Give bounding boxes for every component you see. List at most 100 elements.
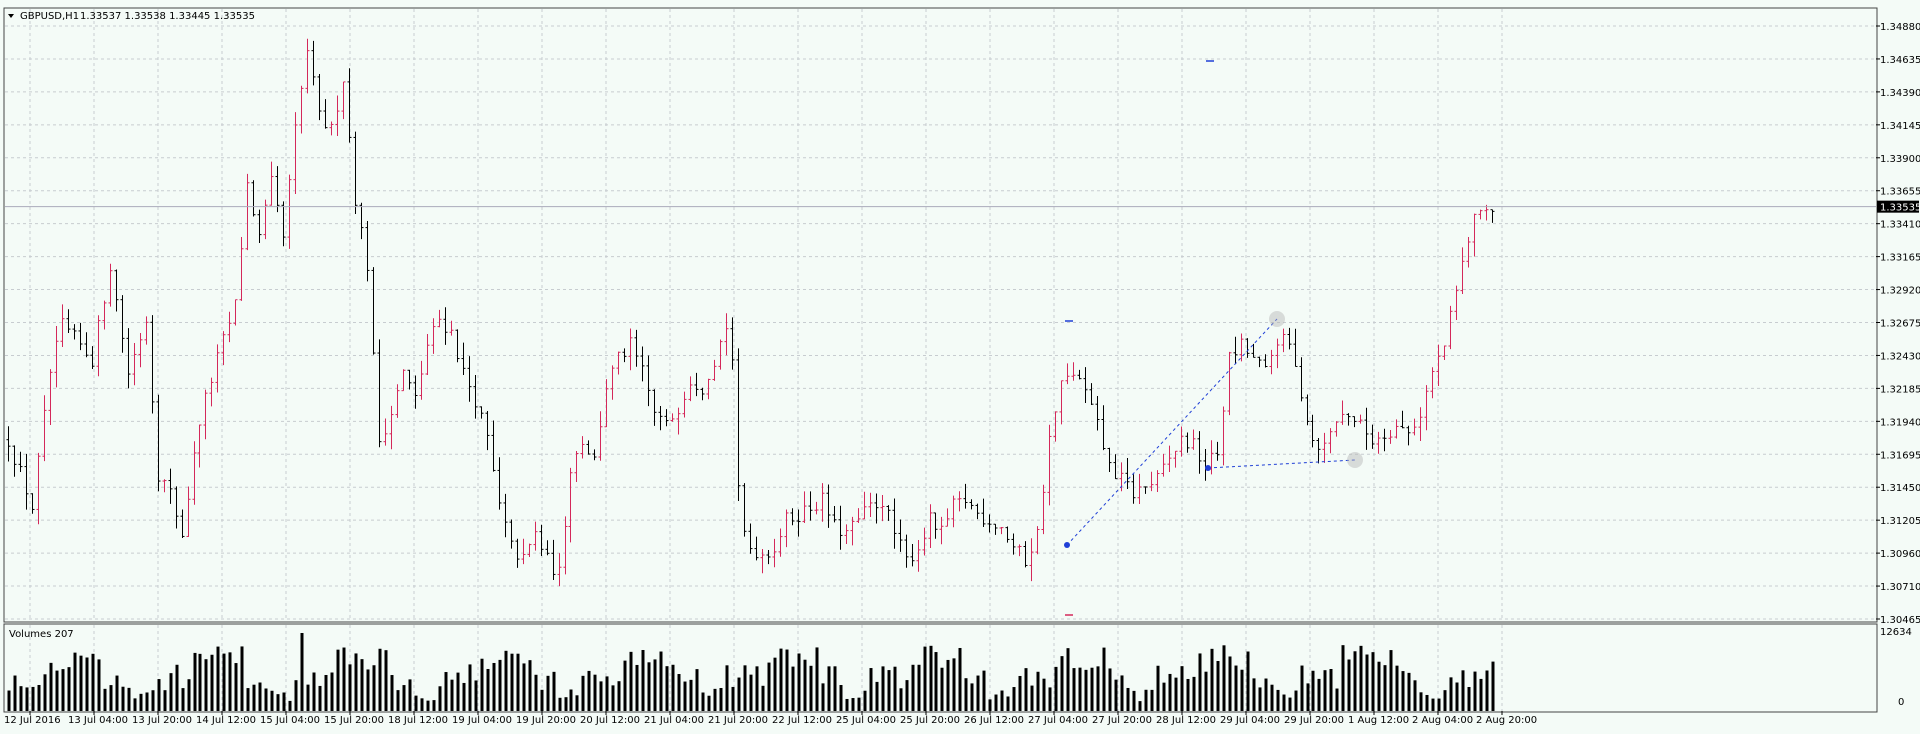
volume-bar: [1090, 667, 1094, 711]
ohlc-bar: [257, 209, 262, 244]
volume-bar: [1042, 678, 1046, 711]
volume-bar: [1395, 665, 1399, 711]
volume-bar: [1288, 697, 1292, 711]
volume-bar: [929, 645, 933, 711]
volume-bar: [378, 648, 382, 711]
volume-bar: [857, 697, 861, 711]
ohlc-bar: [1125, 458, 1130, 489]
volume-bar: [1371, 652, 1375, 711]
volume-bar: [306, 684, 310, 711]
ohlc-bar: [1221, 406, 1226, 466]
triangle-down-icon[interactable]: [8, 14, 14, 18]
ohlc-bar: [36, 452, 41, 525]
price-chart[interactable]: 1.34880 1.34635 1.34390 1.34145 1.33900 1.336…: [0, 0, 1920, 730]
price-tick-label: 1.30710: [1880, 582, 1920, 593]
volume-bar: [917, 664, 921, 711]
ohlc-bar: [939, 516, 944, 545]
volume-bar: [456, 672, 460, 711]
ohlc-bar: [898, 519, 903, 552]
ohlc-bar: [413, 375, 418, 409]
volume-bar: [1479, 678, 1483, 711]
ohlc-bar: [664, 409, 669, 427]
volume-bar: [1054, 666, 1058, 711]
volume-bar: [181, 688, 185, 711]
volume-bar: [605, 676, 609, 711]
ohlc-bar: [162, 479, 167, 493]
volume-bar: [1024, 668, 1028, 711]
volume-bar: [1240, 669, 1244, 711]
volume-bar: [1294, 690, 1298, 711]
volume-bar: [157, 679, 161, 711]
volume-bar: [546, 675, 550, 711]
volume-bar: [1150, 689, 1154, 711]
annotations[interactable]: [1064, 60, 1363, 616]
price-tick-label: 1.34145: [1880, 121, 1920, 132]
ohlc-bar: [1233, 336, 1238, 364]
volume-bar: [474, 680, 478, 711]
ohlc-bar: [634, 329, 639, 367]
volume-bar: [420, 698, 424, 711]
time-tick-label: 13 Jul 04:00: [68, 715, 128, 726]
volume-bar: [1066, 648, 1070, 711]
trendline[interactable]: [1207, 459, 1356, 469]
volume-bar: [599, 681, 603, 711]
volume-bar: [492, 662, 496, 711]
ohlc-bar: [233, 299, 238, 326]
volume-bar: [725, 665, 729, 711]
ohlc-bar: [66, 309, 71, 334]
trendline-anchor[interactable]: [1269, 311, 1285, 327]
ohlc-bar: [1466, 236, 1471, 268]
price-tick-label: 1.30960: [1880, 549, 1920, 560]
price-tick-label: 1.33655: [1880, 187, 1920, 198]
ohlc-bar: [329, 121, 334, 136]
volume-bar: [1168, 673, 1172, 711]
ohlc-bar: [1185, 432, 1190, 453]
volume-bar: [354, 653, 358, 711]
ohlc-bar: [975, 503, 980, 520]
volume-bar: [946, 659, 950, 711]
time-tick-label: 27 Jul 04:00: [1028, 715, 1088, 726]
trendline-anchor[interactable]: [1347, 452, 1363, 468]
volume-bar: [408, 679, 412, 711]
ohlc-bar: [1478, 209, 1483, 220]
volume-bars: [7, 633, 1495, 711]
ohlc-bar: [640, 346, 645, 382]
volume-bar: [737, 677, 741, 711]
volume-bar: [809, 665, 813, 711]
volume-bar: [1000, 690, 1004, 711]
volume-bar: [210, 654, 214, 711]
ohlc-bar: [826, 484, 831, 528]
volume-bar: [85, 657, 89, 711]
trendline-anchor[interactable]: [1064, 542, 1070, 548]
time-tick-label: 19 Jul 20:00: [516, 715, 576, 726]
volume-bar: [145, 692, 149, 711]
ohlc-bar: [497, 457, 502, 510]
volume-bar: [294, 680, 298, 711]
volume-bar: [1096, 666, 1100, 711]
volume-bar: [91, 653, 95, 711]
volume-bar: [593, 674, 597, 711]
time-axis[interactable]: 12 Jul 2016 13 Jul 04:00 13 Jul 20:00 14 Ju…: [4, 711, 1537, 726]
ohlc-bar: [1275, 338, 1280, 369]
volume-bar: [1228, 656, 1232, 711]
ohlc-bar: [30, 493, 35, 514]
volume-bar: [1084, 669, 1088, 711]
volume-bar: [246, 688, 250, 711]
ohlc-bar: [814, 501, 819, 515]
ohlc-bar: [916, 539, 921, 572]
volume-bar: [1114, 679, 1118, 711]
ohlc-bar: [568, 467, 573, 543]
ohlc-bar: [1436, 344, 1441, 386]
trendline-anchor[interactable]: [1205, 465, 1211, 471]
ohlc-bar: [245, 173, 250, 251]
chart-window[interactable]: 1.34880 1.34635 1.34390 1.34145 1.33900 1.336…: [0, 0, 1920, 730]
ohlc-bar: [1269, 349, 1274, 375]
ohlc-bar: [365, 220, 370, 282]
ohlc-bar: [1065, 363, 1070, 385]
volume-bar: [264, 688, 268, 711]
volume-bar: [462, 682, 466, 711]
ohlc-bar: [425, 333, 430, 376]
ohlc-bar: [42, 395, 47, 462]
ohlc-bar: [557, 553, 562, 587]
volume-bar: [994, 694, 998, 711]
